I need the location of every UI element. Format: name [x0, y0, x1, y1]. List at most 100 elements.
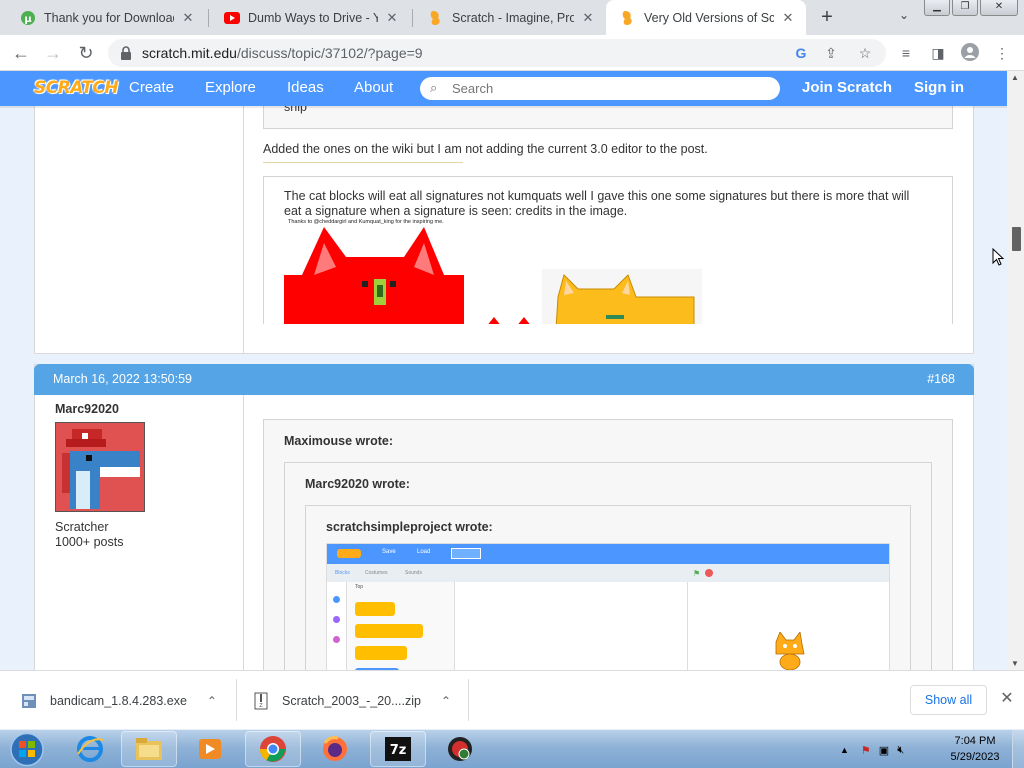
firefox-icon: [323, 736, 347, 761]
nav-about[interactable]: About: [354, 79, 393, 96]
page-scrollbar[interactable]: ▲ ▼: [1007, 71, 1024, 670]
close-icon[interactable]: ✕: [384, 10, 400, 26]
category-looks-dot: [333, 616, 340, 623]
network-icon[interactable]: ▣: [879, 744, 889, 757]
tab-search-button[interactable]: ⌄: [895, 8, 913, 26]
close-icon[interactable]: ✕: [180, 10, 196, 26]
menu-kebab-icon[interactable]: ⋮: [992, 43, 1012, 63]
post-date[interactable]: March 16, 2022 13:50:59: [53, 372, 192, 386]
address-bar[interactable]: scratch.mit.edu/discuss/topic/37102/?pag…: [108, 39, 886, 67]
tab-scratch-active[interactable]: Very Old Versions of Scra ✕: [606, 0, 806, 35]
scratch-logo[interactable]: SCRATCH: [34, 78, 119, 98]
nav-create[interactable]: Create: [129, 79, 174, 96]
taskbar-bandicam[interactable]: [432, 731, 488, 767]
taskbar-firefox[interactable]: [307, 731, 363, 767]
tab-scratch[interactable]: Scratch - Imagine, Progra ✕: [414, 0, 606, 35]
sign-in-link[interactable]: Sign in: [914, 79, 964, 96]
volume-muted-icon[interactable]: 🔇︎: [897, 744, 904, 757]
editor-menu-load: Load: [417, 549, 431, 555]
post-number[interactable]: #168: [927, 372, 955, 386]
share-icon[interactable]: ⇪: [822, 44, 840, 62]
show-all-button[interactable]: Show all: [910, 685, 987, 715]
signature-text: The cat blocks will eat all signatures n…: [284, 189, 910, 218]
post-divider: [243, 99, 244, 354]
exe-file-icon: [22, 693, 36, 708]
new-tab-button[interactable]: +: [815, 6, 839, 28]
join-scratch-link[interactable]: Join Scratch: [802, 79, 892, 96]
red-cat-image: [284, 227, 464, 324]
editor-menu-bar: Save Load: [327, 544, 889, 564]
taskbar-7zip[interactable]: 7z: [370, 731, 426, 767]
zip-file-icon: Z: [254, 692, 268, 709]
bookmark-star-icon[interactable]: ☆: [856, 44, 874, 62]
author-post-count: 1000+ posts: [55, 535, 124, 549]
image-caption: Thanks to @cheddargirl and Kumquat_king …: [288, 219, 444, 225]
scratch-icon: [428, 10, 444, 26]
close-icon[interactable]: ✕: [780, 10, 796, 26]
scroll-up-icon[interactable]: ▲: [1011, 73, 1019, 82]
avatar[interactable]: [55, 422, 145, 512]
bandicam-icon: [448, 737, 472, 761]
chrome-icon: [259, 736, 286, 762]
close-icon[interactable]: ✕: [997, 689, 1017, 709]
editor-title-field: [451, 548, 481, 559]
show-desktop-button[interactable]: [1012, 730, 1024, 768]
taskbar-chrome[interactable]: [245, 731, 301, 767]
browser-toolbar: ← → ↻ scratch.mit.edu/discuss/topic/3710…: [0, 35, 1024, 71]
author-rank: Scratcher 1000+ posts: [55, 520, 123, 550]
tab-youtube[interactable]: Dumb Ways to Drive - Yo ✕: [210, 0, 410, 35]
taskbar-ie[interactable]: [62, 731, 118, 767]
forward-icon[interactable]: →: [40, 41, 66, 65]
scrollbar-thumb[interactable]: [1012, 227, 1021, 251]
tab-utorrent[interactable]: µ Thank you for Downloadi ✕: [6, 0, 206, 35]
post-divider: [243, 395, 244, 670]
download-filename: Scratch_2003_-_20....zip: [282, 693, 421, 708]
editor-block-palette: Top: [347, 582, 455, 670]
side-panel-icon[interactable]: ◨: [928, 43, 948, 63]
taskbar-clock[interactable]: 7:04 PM 5/29/2023: [944, 733, 1006, 765]
download-separator: [468, 679, 469, 721]
editor-category-list: [327, 582, 347, 670]
post-author[interactable]: Marc92020: [55, 402, 119, 416]
screen: µ Thank you for Downloadi ✕ Dumb Ways to…: [0, 0, 1024, 768]
action-center-icon[interactable]: ⚑: [861, 744, 871, 757]
system-tray: ▲ ⚑ ▣ 🔇︎: [840, 732, 912, 768]
profile-icon[interactable]: [960, 43, 980, 63]
tab-strip: µ Thank you for Downloadi ✕ Dumb Ways to…: [0, 0, 1024, 35]
start-button-icon[interactable]: [4, 731, 50, 768]
category-motion-dot: [333, 596, 340, 603]
scroll-down-icon[interactable]: ▼: [1011, 659, 1019, 668]
nav-shadow: [0, 106, 1007, 108]
taskbar-explorer[interactable]: [121, 731, 177, 767]
search-box[interactable]: ⌕: [420, 77, 780, 100]
quote-author-label: Marc92020 wrote:: [305, 477, 410, 491]
close-icon[interactable]: ✕: [580, 10, 596, 26]
svg-text:Z: Z: [259, 703, 263, 709]
close-window-button[interactable]: ✕: [980, 0, 1018, 16]
taskbar-media-player[interactable]: [182, 731, 238, 767]
download-filename: bandicam_1.8.4.283.exe: [50, 693, 187, 708]
nav-ideas[interactable]: Ideas: [287, 79, 324, 96]
download-item[interactable]: Z Scratch_2003_-_20....zip ⌃: [252, 671, 451, 730]
nav-explore[interactable]: Explore: [205, 79, 256, 96]
media-queue-icon[interactable]: ≡: [896, 43, 916, 63]
restore-button[interactable]: ❐: [952, 0, 978, 16]
google-icon[interactable]: G: [792, 44, 810, 62]
quote-author-label: scratchsimpleproject wrote:: [326, 520, 493, 534]
svg-text:µ: µ: [24, 14, 32, 25]
tray-expand-icon[interactable]: ▲: [840, 745, 849, 755]
stop-icon: [705, 569, 713, 577]
download-item[interactable]: bandicam_1.8.4.283.exe ⌃: [20, 671, 217, 730]
reload-icon[interactable]: ↻: [73, 41, 99, 65]
quote-box: Maximouse wrote: Marc92020 wrote: scratc…: [263, 419, 953, 670]
chevron-up-icon[interactable]: ⌃: [441, 694, 451, 708]
url-text[interactable]: scratch.mit.edu/discuss/topic/37102/?pag…: [142, 45, 423, 61]
back-icon[interactable]: ←: [8, 41, 34, 65]
minimize-button[interactable]: ▁: [924, 0, 950, 16]
yellow-cat-image: [542, 269, 702, 324]
chevron-up-icon[interactable]: ⌃: [207, 694, 217, 708]
search-input[interactable]: [452, 80, 752, 97]
code-block: [355, 646, 407, 660]
editor-logo: [337, 549, 361, 558]
page-viewport: ship Added the ones on the wiki but I am…: [0, 71, 1024, 670]
